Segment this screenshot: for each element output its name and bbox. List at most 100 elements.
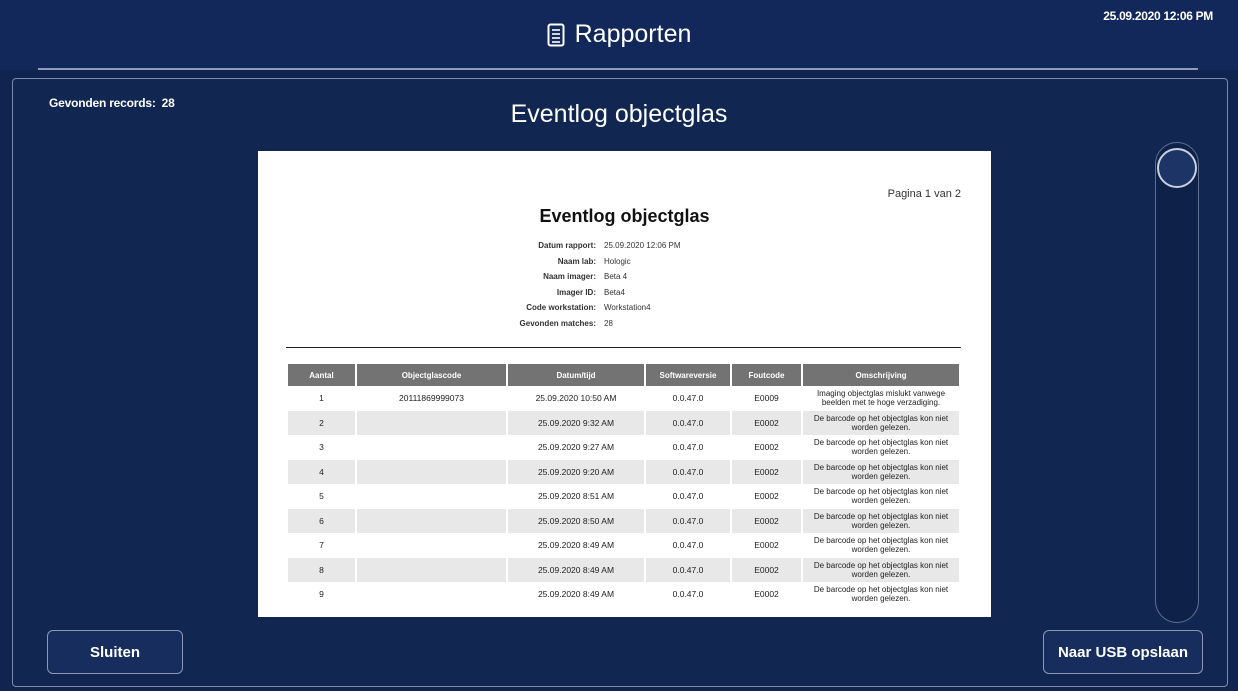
meta-value: Hologic	[604, 256, 631, 266]
table-cell: 0.0.47.0	[672, 491, 704, 502]
column-header: Foutcode	[732, 364, 801, 386]
table-cell: 7	[319, 540, 324, 551]
scrollbar-track[interactable]	[1155, 142, 1199, 623]
table-cell: E0002	[732, 410, 801, 435]
eventlog-table: Aantal Objectglascode Datum/tijd Softwar…	[286, 364, 961, 607]
table-cell: 25.09.2020 9:27 AM	[537, 442, 615, 453]
table-cell: De barcode op het objectglas kon niet wo…	[813, 487, 949, 506]
clock-datetime: 25.09.2020 12:06 PM	[1103, 9, 1213, 23]
table-cell: 0.0.47.0	[646, 557, 730, 582]
table-cell: De barcode op het objectglas kon niet wo…	[813, 585, 949, 604]
document-icon	[547, 23, 565, 46]
table-cell: 8	[288, 557, 355, 582]
table-cell: 0.0.47.0	[672, 540, 704, 551]
table-cell: De barcode op het objectglas kon niet wo…	[803, 508, 959, 533]
app-header: Rapporten 25.09.2020 12:06 PM	[0, 0, 1238, 70]
table-cell: E0002	[732, 557, 801, 582]
table-row: 5 25.09.2020 8:51 AM 0.0.47.0 E0002 De barco…	[288, 484, 959, 509]
table-row: 7 25.09.2020 8:49 AM 0.0.47.0 E0002 De barco…	[288, 533, 959, 558]
report-meta: Datum rapport: 25.09.2020 12:06 PM Naam l…	[458, 241, 681, 334]
table-cell: E0002	[754, 589, 779, 600]
meta-key: Imager ID:	[556, 287, 596, 297]
table-cell: 1	[319, 393, 324, 404]
meta-key: Naam lab:	[557, 256, 596, 266]
scrollbar-thumb[interactable]	[1157, 148, 1197, 188]
table-cell: 25.09.2020 9:20 AM	[508, 459, 644, 484]
meta-key: Datum rapport:	[538, 241, 596, 250]
header-divider	[38, 68, 1198, 70]
table-cell: 25.09.2020 8:51 AM	[537, 491, 615, 502]
table-cell: 25.09.2020 8:49 AM	[537, 589, 615, 600]
table-cell: 0.0.47.0	[646, 410, 730, 435]
meta-row: Gevonden matches: 28	[458, 319, 681, 335]
table-cell: 0.0.47.0	[646, 508, 730, 533]
meta-value: 28	[604, 318, 613, 328]
app-title: Rapporten	[0, 20, 1238, 49]
meta-value: Beta 4	[604, 272, 628, 281]
table-cell: 25.09.2020 8:49 AM	[508, 557, 644, 582]
table-cell: De barcode op het objectglas kon niet wo…	[803, 410, 959, 435]
meta-key: Code workstation:	[526, 303, 596, 312]
table-row: 6 25.09.2020 8:50 AM 0.0.47.0 E0002 De barco…	[288, 508, 959, 533]
meta-value: 25.09.2020 12:06 PM	[604, 241, 681, 250]
meta-row: Naam imager: Beta 4	[458, 272, 681, 288]
meta-key: Naam imager:	[543, 272, 596, 281]
column-header: Objectglascode	[357, 364, 506, 386]
meta-row: Datum rapport: 25.09.2020 12:06 PM	[458, 241, 681, 257]
table-row: 4 25.09.2020 9:20 AM 0.0.47.0 E0002 De barco…	[288, 459, 959, 484]
column-header: Softwareversie	[646, 364, 730, 386]
meta-key: Gevonden matches:	[519, 318, 596, 328]
table-header-row: Aantal Objectglascode Datum/tijd Softwar…	[288, 364, 959, 386]
column-header: Omschrijving	[803, 364, 959, 386]
table-cell: De barcode op het objectglas kon niet wo…	[813, 536, 949, 555]
close-button[interactable]: Sluiten	[47, 630, 183, 674]
meta-value: Beta4	[604, 287, 625, 297]
table-row: 9 25.09.2020 8:49 AM 0.0.47.0 E0002 De barco…	[288, 582, 959, 607]
meta-row: Imager ID: Beta4	[458, 288, 681, 304]
meta-row: Naam lab: Hologic	[458, 257, 681, 273]
page-title: Eventlog objectglas	[510, 100, 728, 128]
table-cell: 20111869999073	[399, 393, 464, 404]
column-header: Aantal	[288, 364, 355, 386]
report-preview[interactable]: Pagina 1 van 2 Eventlog objectglas Datum…	[258, 151, 991, 617]
table-cell: E0002	[754, 540, 779, 551]
table-cell: E0002	[754, 442, 779, 453]
table-cell: 0.0.47.0	[672, 442, 704, 453]
meta-row: Code workstation: Workstation4	[458, 303, 681, 319]
table-cell: 0.0.47.0	[672, 393, 704, 404]
table-cell	[357, 533, 506, 558]
table-cell	[357, 508, 506, 533]
column-header: Datum/tijd	[508, 364, 644, 386]
table-cell: 3	[319, 442, 324, 453]
table-cell	[357, 459, 506, 484]
app-title-text: Rapporten	[574, 20, 692, 48]
table-cell: E0002	[732, 459, 801, 484]
save-to-usb-button[interactable]: Naar USB opslaan	[1043, 630, 1203, 674]
table-cell: E0009	[754, 393, 779, 404]
table-cell: Imaging objectglas mislukt vanwege beeld…	[816, 389, 946, 408]
table-cell: 25.09.2020 8:49 AM	[537, 540, 615, 551]
table-cell: 5	[319, 491, 324, 502]
table-cell: 25.09.2020 9:32 AM	[508, 410, 644, 435]
table-cell	[357, 557, 506, 582]
table-cell: 6	[288, 508, 355, 533]
report-title: Eventlog objectglas	[539, 206, 710, 226]
table-row: 2 25.09.2020 9:32 AM 0.0.47.0 E0002 De barco…	[288, 410, 959, 435]
table-row: 3 25.09.2020 9:27 AM 0.0.47.0 E0002 De barco…	[288, 435, 959, 460]
table-cell	[357, 435, 506, 460]
table-cell: 4	[288, 459, 355, 484]
table-cell: 0.0.47.0	[672, 589, 704, 600]
page-indicator: Pagina 1 van 2	[887, 188, 961, 200]
meta-value: Workstation4	[604, 303, 651, 312]
table-cell	[357, 410, 506, 435]
table-cell: 0.0.47.0	[646, 459, 730, 484]
table-cell: 25.09.2020 8:50 AM	[508, 508, 644, 533]
table-row: 1 20111869999073 25.09.2020 10:50 AM 0.0.47…	[288, 386, 959, 411]
table-cell	[357, 582, 506, 607]
table-cell: De barcode op het objectglas kon niet wo…	[803, 459, 959, 484]
table-cell	[357, 484, 506, 509]
table-cell: 2	[288, 410, 355, 435]
table-cell: E0002	[732, 508, 801, 533]
table-cell: De barcode op het objectglas kon niet wo…	[813, 438, 949, 457]
table-row: 8 25.09.2020 8:49 AM 0.0.47.0 E0002 De barco…	[288, 557, 959, 582]
